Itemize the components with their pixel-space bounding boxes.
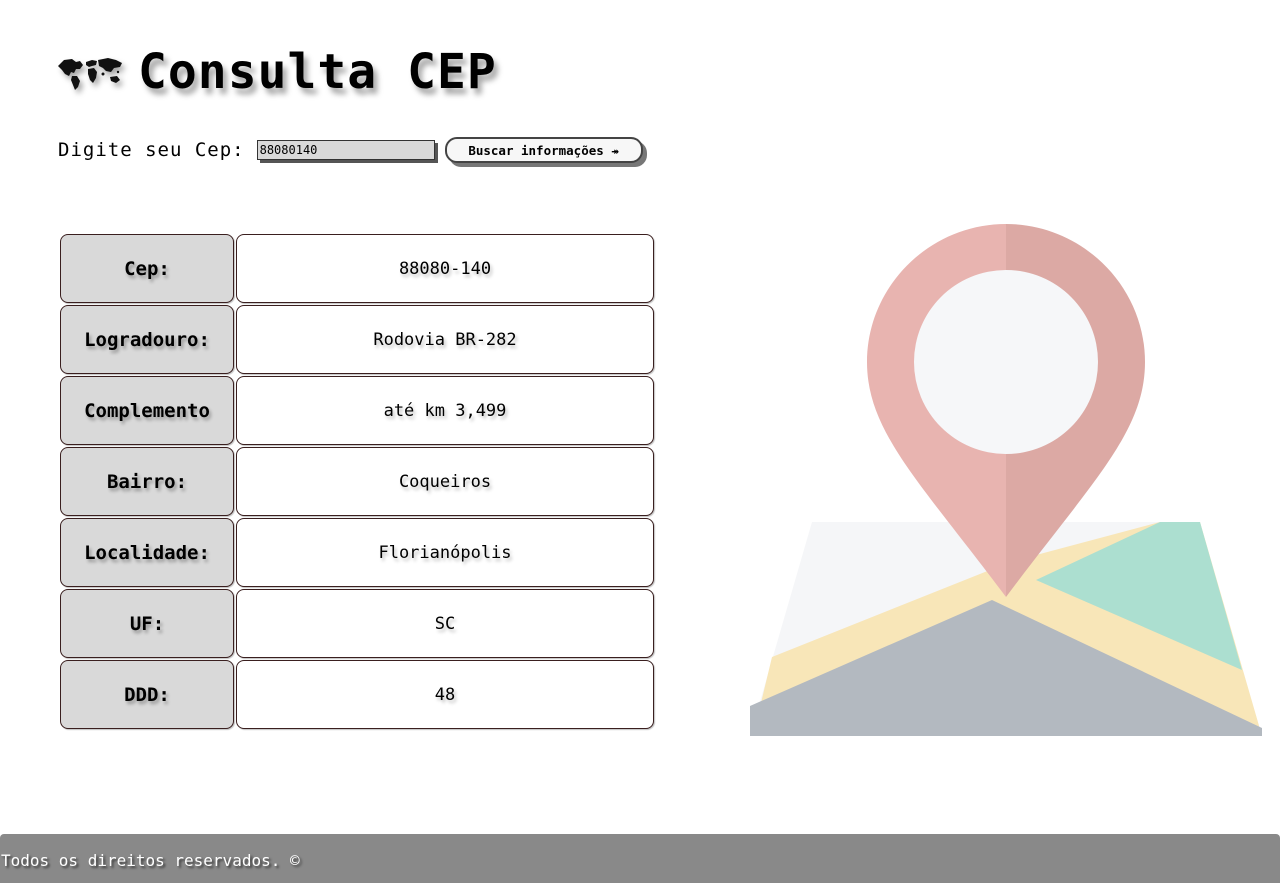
map-pin-icon	[750, 224, 1262, 736]
cep-label: Digite seu Cep:	[58, 139, 245, 161]
info-row-uf: UF: SC	[60, 589, 654, 658]
info-value: 48	[236, 660, 654, 729]
cep-input[interactable]	[256, 140, 435, 160]
info-label: UF:	[60, 589, 234, 658]
address-info-table: Cep: 88080-140 Logradouro: Rodovia BR-28…	[60, 234, 654, 731]
info-label: Localidade:	[60, 518, 234, 587]
info-row-bairro: Bairro: Coqueiros	[60, 447, 654, 516]
pin-center	[914, 270, 1098, 454]
world-map-icon	[58, 58, 122, 90]
info-value: Florianópolis	[236, 518, 654, 587]
info-value: 88080-140	[236, 234, 654, 303]
info-row-logradouro: Logradouro: Rodovia BR-282	[60, 305, 654, 374]
info-row-cep: Cep: 88080-140	[60, 234, 654, 303]
info-label: Complemento	[60, 376, 234, 445]
info-row-ddd: DDD: 48	[60, 660, 654, 729]
info-value: Rodovia BR-282	[236, 305, 654, 374]
info-row-localidade: Localidade: Florianópolis	[60, 518, 654, 587]
search-button[interactable]: Buscar informações ↠	[444, 137, 643, 163]
info-label: DDD:	[60, 660, 234, 729]
header: Consulta CEP	[56, 40, 497, 104]
copyright-text: Todos os direitos reservados. ©	[1, 851, 300, 870]
info-label: Logradouro:	[60, 305, 234, 374]
page: Consulta CEP Digite seu Cep: Buscar info…	[0, 0, 1280, 883]
info-value: Coqueiros	[236, 447, 654, 516]
info-label: Cep:	[60, 234, 234, 303]
footer: Todos os direitos reservados. ©	[0, 834, 1280, 883]
info-value: até km 3,499	[236, 376, 654, 445]
info-row-complemento: Complemento até km 3,499	[60, 376, 654, 445]
info-value: SC	[236, 589, 654, 658]
page-title: Consulta CEP	[138, 44, 497, 100]
info-label: Bairro:	[60, 447, 234, 516]
search-form: Digite seu Cep: Buscar informações ↠	[58, 133, 643, 167]
